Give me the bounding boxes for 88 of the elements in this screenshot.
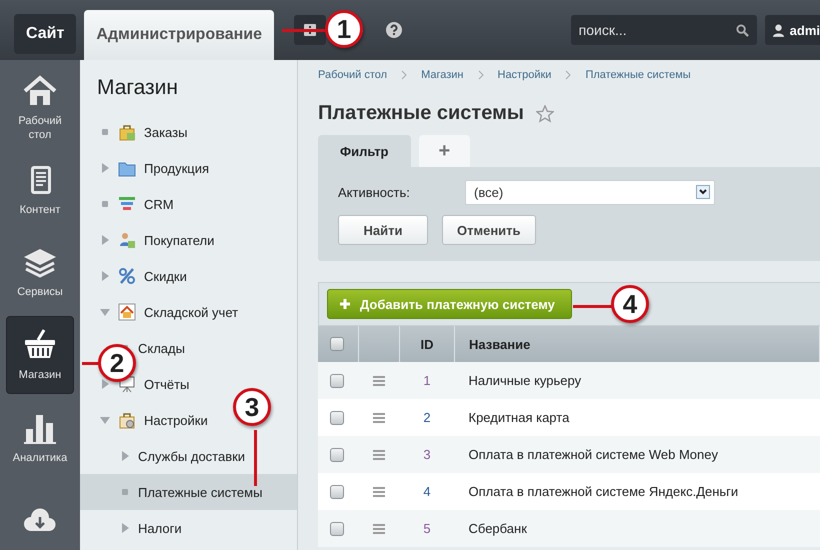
table-cell: Наличные курьеру — [454, 362, 820, 399]
header-tab[interactable]: Администрирование — [84, 10, 274, 60]
row-checkbox[interactable] — [330, 410, 344, 424]
collapsed-arrow-icon[interactable] — [122, 523, 128, 533]
dropdown-field[interactable]: (все) — [465, 180, 715, 204]
table-cell: Оплата в платежной системе Web Money — [454, 436, 820, 473]
column-header[interactable]: Название — [454, 326, 820, 362]
breadcrumb-link[interactable]: Магазин — [421, 69, 464, 81]
search-field[interactable]: поиск... — [570, 15, 757, 45]
menu-icon[interactable] — [372, 486, 384, 496]
filter-tab[interactable]: Фильтр — [318, 135, 411, 167]
bag-icon — [118, 123, 136, 141]
filter-button[interactable]: Отменить — [442, 215, 536, 245]
collapsed-arrow-icon[interactable] — [122, 451, 128, 461]
breadcrumb-link[interactable]: Настройки — [498, 69, 552, 81]
sidebar-item[interactable]: Склады — [138, 340, 185, 356]
people-icon — [118, 231, 136, 249]
sidebar-item[interactable]: Службы доставки — [138, 448, 246, 464]
row-checkbox[interactable] — [330, 522, 344, 536]
sidebar-item[interactable]: Покупатели — [144, 232, 214, 248]
menu-icon[interactable] — [372, 412, 384, 422]
star-icon[interactable] — [536, 104, 554, 122]
expanded-arrow-icon[interactable] — [100, 308, 110, 316]
header-tab[interactable]: Сайт — [14, 14, 76, 54]
percent-icon — [118, 267, 136, 285]
sidebar-item[interactable]: Заказы — [144, 124, 188, 140]
nav-item[interactable]: Сервисы — [6, 232, 74, 312]
filter-button[interactable]: Найти — [338, 215, 428, 245]
breadcrumb-link[interactable]: Рабочий стол — [318, 69, 388, 81]
chevron-icon — [565, 70, 572, 80]
expanded-arrow-icon[interactable] — [100, 416, 110, 424]
row-checkbox[interactable] — [330, 484, 344, 498]
leader-line — [282, 29, 327, 32]
filter-tab[interactable]: + — [418, 135, 470, 167]
table-cell: Кредитная карта — [454, 399, 820, 436]
bullet-icon — [102, 201, 108, 207]
funnel-icon — [118, 195, 136, 213]
table-cell: Оплата в платежной системе Яндекс.Деньги — [454, 473, 820, 510]
leader-line — [573, 305, 613, 308]
search-icon — [736, 24, 749, 37]
bullet-icon — [102, 129, 108, 135]
sidebar-item[interactable]: CRM — [144, 196, 174, 212]
field-label: Активность: — [338, 184, 411, 200]
id-link[interactable]: 4 — [400, 473, 454, 510]
row-checkbox[interactable] — [330, 448, 344, 462]
collapsed-arrow-icon[interactable] — [102, 271, 108, 281]
id-link[interactable]: 5 — [400, 510, 454, 547]
nav-item[interactable]: Контент — [6, 150, 74, 230]
nav-item[interactable]: Рабочий стол — [6, 68, 74, 148]
bag-gear-icon — [118, 411, 136, 429]
bullet-icon — [122, 489, 128, 495]
sidebar-title: Магазин — [97, 76, 180, 101]
table-cell: Сбербанк — [454, 510, 820, 547]
sidebar-item[interactable]: Скидки — [144, 268, 187, 284]
id-link[interactable]: 3 — [400, 436, 454, 473]
chevron-icon — [478, 70, 484, 80]
id-link[interactable]: 2 — [400, 399, 454, 436]
house-icon — [22, 74, 58, 108]
chevron-icon — [401, 70, 408, 80]
menu-icon[interactable] — [372, 524, 384, 534]
user-button[interactable]: admi — [764, 15, 820, 45]
sidebar-item[interactable]: Складской учет — [144, 304, 238, 320]
sidebar-item[interactable]: Платежные системы — [138, 484, 262, 500]
sidebar-item[interactable]: Налоги — [138, 520, 182, 536]
sidebar-item[interactable]: Продукция — [144, 160, 210, 176]
nav-item[interactable]: Магазин — [6, 316, 74, 394]
breadcrumb-link[interactable]: Платежные системы — [585, 69, 691, 81]
house-icon — [118, 303, 136, 321]
leader-line — [254, 430, 257, 486]
sidebar-item[interactable]: Настройки — [144, 412, 208, 428]
plus-icon — [340, 299, 350, 309]
menu-icon[interactable] — [372, 450, 384, 460]
id-link[interactable]: 1 — [400, 362, 454, 399]
select-all-checkbox[interactable] — [330, 337, 344, 351]
info-button[interactable] — [294, 15, 326, 45]
collapsed-arrow-icon[interactable] — [102, 235, 108, 245]
row-checkbox[interactable] — [330, 374, 344, 388]
user-icon — [772, 24, 784, 36]
collapsed-arrow-icon[interactable] — [102, 163, 108, 173]
nav-item[interactable]: Аналитика — [6, 398, 74, 478]
page-title: Платежные системы — [318, 102, 524, 125]
menu-icon[interactable] — [372, 376, 384, 386]
leader-line — [82, 362, 100, 365]
sidebar-item[interactable]: Отчёты — [144, 376, 190, 392]
collapsed-arrow-icon[interactable] — [102, 379, 108, 389]
user-name: admi — [790, 22, 820, 38]
help-icon[interactable] — [386, 22, 402, 38]
column-header[interactable]: ID — [400, 326, 454, 362]
